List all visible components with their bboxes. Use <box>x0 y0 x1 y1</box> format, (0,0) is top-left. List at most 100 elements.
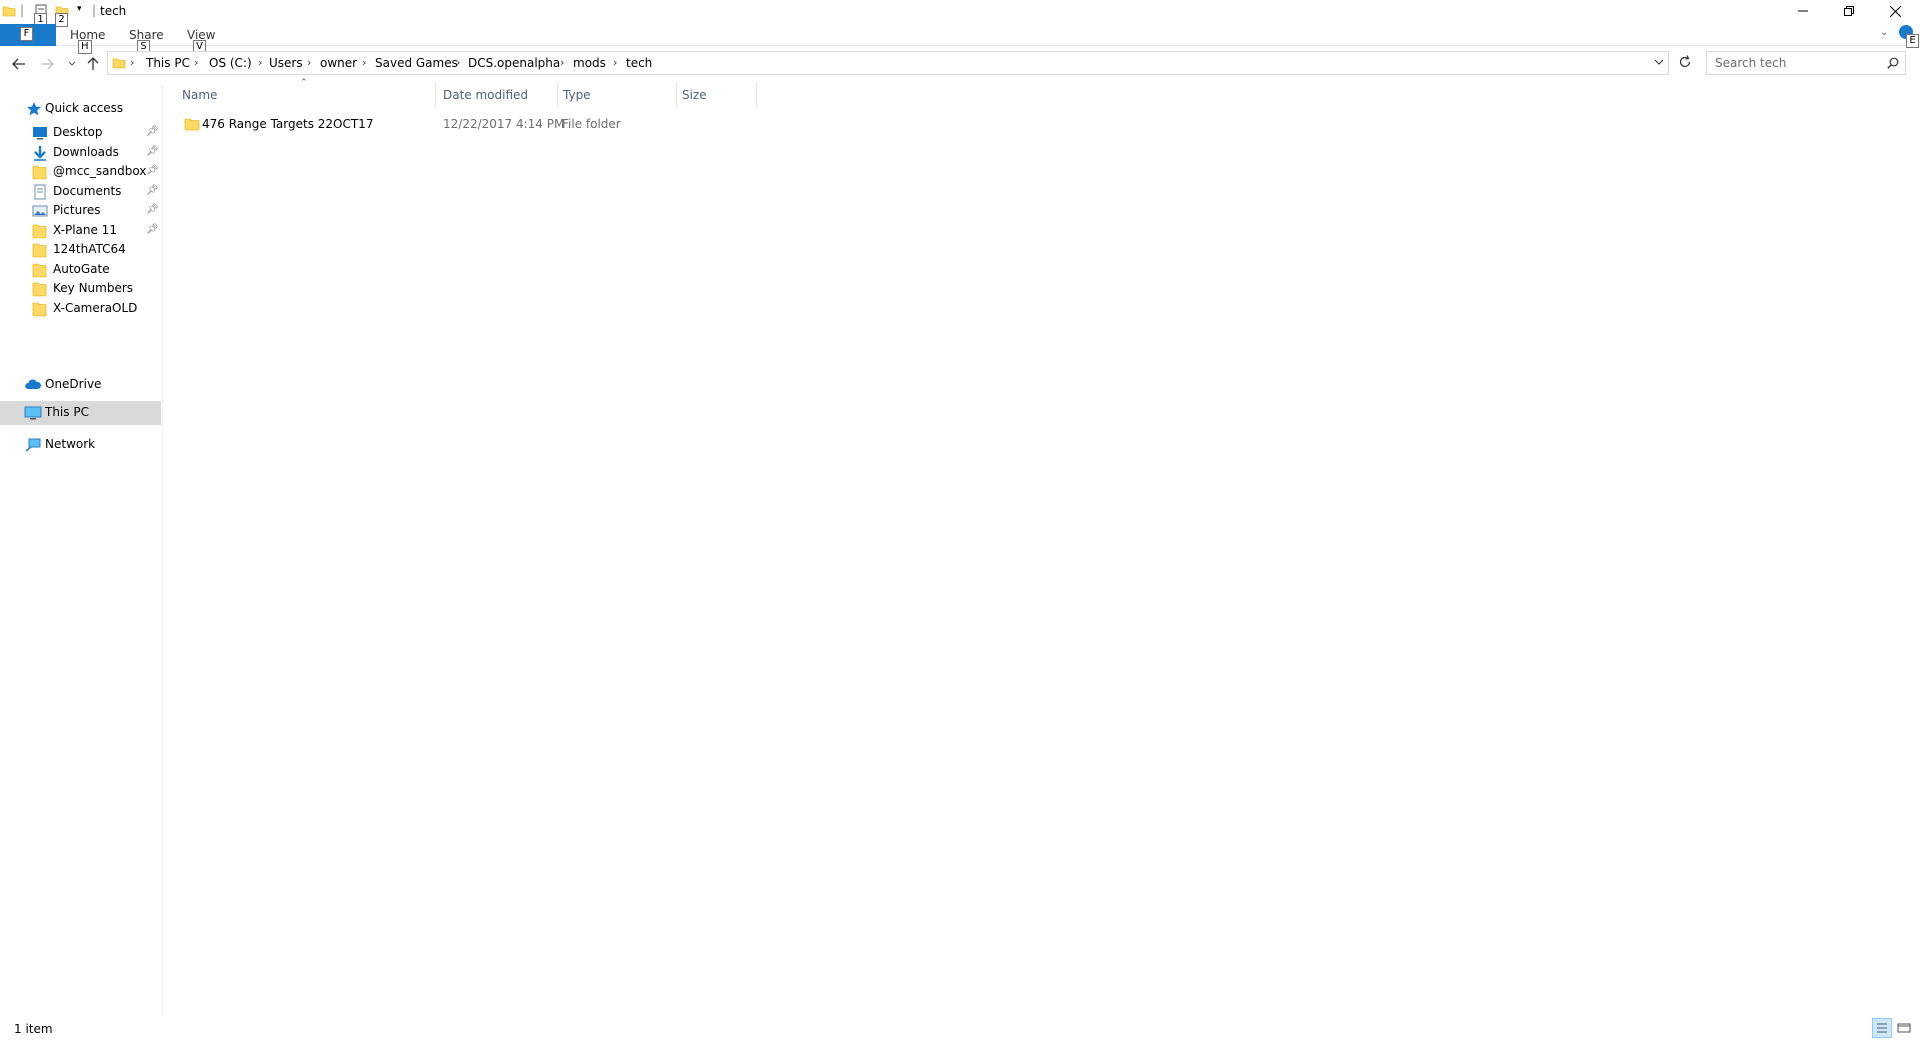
up-button[interactable] <box>82 54 104 74</box>
folder-icon <box>32 242 48 258</box>
column-date-modified[interactable]: Date modified <box>443 88 528 102</box>
address-bar[interactable]: › This PC › OS (C:) › Users › owner › Sa… <box>107 51 1669 75</box>
breadcrumb-chevron-icon[interactable]: › <box>362 56 366 69</box>
column-divider[interactable] <box>435 82 436 108</box>
status-bar: 1 item <box>0 1018 1920 1040</box>
restore-button[interactable] <box>1826 0 1872 22</box>
folder-icon <box>2 4 16 18</box>
folder-icon <box>32 164 48 180</box>
file-row[interactable]: 476 Range Targets 22OCT17 12/22/2017 4:1… <box>180 113 780 135</box>
nav-label: X-Plane 11 <box>53 222 117 237</box>
file-date: 12/22/2017 4:14 PM <box>443 117 565 131</box>
sort-ascending-icon: ⌃ <box>300 78 308 88</box>
close-button[interactable] <box>1872 0 1918 22</box>
nav-label: @mcc_sandbox <box>53 164 147 178</box>
downloads-icon <box>32 145 48 161</box>
breadcrumb-chevron-icon[interactable]: › <box>560 56 564 69</box>
breadcrumb-saved-games[interactable]: Saved Games <box>375 56 458 70</box>
folder-icon <box>32 223 48 239</box>
file-type: File folder <box>562 117 621 131</box>
nav-onedrive[interactable]: OneDrive <box>0 373 161 397</box>
nav-label: This PC <box>45 405 89 419</box>
window-title: tech <box>100 4 127 18</box>
nav-label: X-CameraOLD <box>53 300 138 315</box>
pin-icon[interactable]: 📌︎ <box>146 126 159 137</box>
computer-icon <box>24 405 42 421</box>
column-divider[interactable] <box>676 82 677 108</box>
pictures-icon <box>32 203 48 219</box>
folder-icon <box>32 262 48 278</box>
nav-label: OneDrive <box>45 377 102 391</box>
breadcrumb-mods[interactable]: mods <box>573 56 606 70</box>
column-name[interactable]: Name <box>182 88 217 102</box>
desktop-icon <box>32 125 48 141</box>
pin-icon[interactable]: 📌︎ <box>146 204 159 215</box>
forward-button[interactable] <box>36 54 58 74</box>
toolbar-divider: | <box>92 3 97 17</box>
breadcrumb-chevron-icon[interactable]: › <box>194 56 198 69</box>
column-divider[interactable] <box>557 82 558 108</box>
navigation-pane: Quick access Desktop 📌︎ Downloads 📌︎ @mcc_sa… <box>0 86 163 1016</box>
address-dropdown-icon[interactable] <box>1654 58 1664 66</box>
nav-label: Desktop <box>53 125 103 139</box>
item-count: 1 item <box>14 1022 53 1036</box>
search-input[interactable]: Search tech <box>1706 51 1906 75</box>
customize-toolbar-icon[interactable]: ▾ <box>77 4 82 14</box>
nav-label: Quick access <box>45 101 124 115</box>
minimize-button[interactable] <box>1780 0 1826 22</box>
refresh-icon[interactable] <box>1678 55 1692 69</box>
pin-icon[interactable]: 📌︎ <box>146 146 159 157</box>
breadcrumb-chevron-icon[interactable]: › <box>613 56 617 69</box>
back-button[interactable] <box>8 54 30 74</box>
nav-network[interactable]: Network <box>0 433 161 457</box>
folder-icon <box>184 116 200 132</box>
column-size[interactable]: Size <box>682 88 707 102</box>
folder-icon <box>32 281 48 297</box>
breadcrumb-chevron-icon[interactable]: › <box>258 56 262 69</box>
toolbar-divider: | <box>20 3 25 17</box>
breadcrumb-owner[interactable]: owner <box>320 56 357 70</box>
search-icon[interactable] <box>1887 57 1899 69</box>
breadcrumb-chevron-icon[interactable]: › <box>307 56 311 69</box>
ribbon: F Home H Share S View V ⌄ E <box>0 24 1920 54</box>
folder-icon <box>32 301 48 317</box>
breadcrumb-users[interactable]: Users <box>269 56 303 70</box>
pin-icon[interactable]: 📌︎ <box>146 165 159 176</box>
keytip-file: F <box>20 27 33 41</box>
breadcrumb-dcs-openalpha[interactable]: DCS.openalpha <box>468 56 560 70</box>
pin-icon[interactable]: 📌︎ <box>146 185 159 196</box>
keytip-help: E <box>1906 34 1919 48</box>
expand-ribbon-icon[interactable]: ⌄ <box>1880 27 1888 38</box>
breadcrumb-tech[interactable]: tech <box>626 56 652 70</box>
title-bar: | 1 2 ▾ | tech <box>0 0 1920 27</box>
network-icon <box>24 437 41 453</box>
column-header-row: ⌃ Name Date modified Type Size <box>170 78 770 108</box>
nav-label: Downloads <box>53 144 119 159</box>
star-icon <box>26 101 42 117</box>
breadcrumb-chevron-icon[interactable]: › <box>130 56 134 69</box>
file-name[interactable]: 476 Range Targets 22OCT17 <box>202 117 373 131</box>
large-icons-view-button[interactable] <box>1896 1020 1914 1038</box>
nav-label: 124thATC64 <box>53 242 126 256</box>
folder-icon <box>112 56 126 70</box>
nav-item-x-cameraold[interactable]: X-CameraOLD <box>0 297 161 321</box>
breadcrumb-os-c[interactable]: OS (C:) <box>209 56 252 70</box>
nav-label: AutoGate <box>53 261 110 276</box>
search-placeholder: Search tech <box>1715 56 1787 70</box>
pin-icon[interactable]: 📌︎ <box>146 224 159 235</box>
nav-quick-access[interactable]: Quick access <box>0 97 161 121</box>
recent-locations-button[interactable] <box>62 54 82 74</box>
nav-label: Documents <box>53 183 122 198</box>
breadcrumb-this-pc[interactable]: This PC <box>146 56 190 70</box>
onedrive-icon <box>24 377 41 393</box>
nav-label: Network <box>45 437 96 451</box>
details-view-button[interactable] <box>1872 1018 1892 1038</box>
nav-label: Key Numbers <box>53 281 134 295</box>
column-type[interactable]: Type <box>563 88 591 102</box>
breadcrumb-chevron-icon[interactable]: › <box>456 56 460 69</box>
file-tab[interactable]: F <box>0 24 56 46</box>
column-divider[interactable] <box>756 82 757 108</box>
nav-this-pc[interactable]: This PC <box>0 401 161 425</box>
navigation-bar: › This PC › OS (C:) › Users › owner › Sa… <box>0 48 1920 80</box>
nav-label: Pictures <box>53 203 101 217</box>
